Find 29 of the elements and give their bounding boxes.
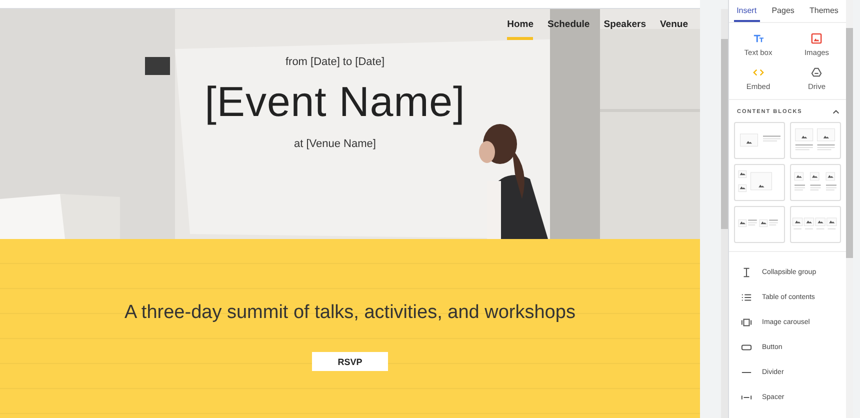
layout-block[interactable] [734,206,785,243]
code-icon [752,67,764,78]
layout-block[interactable] [734,122,785,159]
nav-link[interactable]: Schedule [547,19,590,40]
nav-link[interactable]: Speakers [604,19,646,40]
nav-link[interactable]: Home [507,19,534,40]
scrollbar[interactable] [721,9,728,418]
chevron-icon[interactable] [832,108,840,116]
layout-block[interactable] [790,164,841,201]
panel-tab[interactable]: Pages [768,0,798,22]
layout-block[interactable] [790,122,841,159]
scrollbar[interactable] [846,0,853,418]
vertical-bracket-icon [741,267,752,278]
tagline: A three-day summit of talks, activities, and workshops [124,302,576,324]
event-venue: at [Venue Name] [294,138,376,150]
rounded-rectangle-icon [741,342,752,353]
carousel-icon [741,317,752,328]
rsvp-button[interactable]: RSVP [312,352,388,371]
image-icon [811,33,822,44]
event-dates: from [Date] to [Date] [285,56,385,68]
panel-tab[interactable]: Insert [734,0,760,22]
layout-block[interactable] [790,206,841,243]
event-title: [Event Name] [204,78,466,126]
panel-tab[interactable]: Themes [806,0,842,22]
list-icon [741,292,752,303]
text-format-icon [752,33,764,44]
layout-block[interactable] [734,164,785,201]
drive-icon [811,67,822,78]
nav-link[interactable]: Venue [660,19,688,40]
